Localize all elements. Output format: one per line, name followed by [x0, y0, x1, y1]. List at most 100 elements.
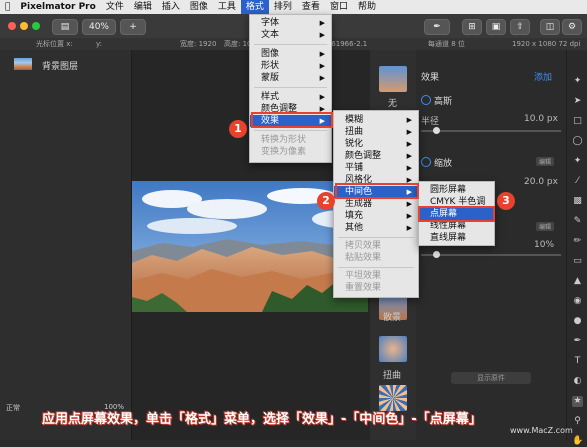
menu-window[interactable]: 窗口	[325, 0, 353, 14]
eraser-icon[interactable]: ▭	[572, 256, 583, 267]
menu-format[interactable]: 格式	[240, 0, 269, 14]
hand-tool-icon[interactable]: ✋	[572, 436, 583, 447]
menu-separator	[338, 237, 414, 238]
submenu-item-other[interactable]: 其他 ▶	[334, 222, 418, 234]
amount-value[interactable]: 20.0 px	[524, 177, 558, 187]
minimize-window-button[interactable]	[20, 22, 28, 30]
apple-icon[interactable]: 	[0, 0, 15, 14]
percent-slider-knob[interactable]	[433, 251, 440, 258]
zoom-window-button[interactable]	[32, 22, 40, 30]
menu-item-shape[interactable]: 形状 ▶	[250, 60, 331, 72]
add-button[interactable]: +	[120, 19, 146, 35]
halftone-line-screen-label: 线性屏幕	[430, 221, 467, 231]
submenu-item-reset-effects[interactable]: 重置效果	[334, 282, 418, 294]
menu-item-font[interactable]: 字体 ▶	[250, 17, 331, 29]
effects-tool-icon[interactable]: ★	[572, 396, 583, 407]
inspector-button[interactable]: ⚙	[562, 19, 582, 35]
menu-view[interactable]: 查看	[297, 0, 325, 14]
submenu-item-sharpen[interactable]: 锐化 ▶	[334, 138, 418, 150]
color-adjust-icon[interactable]: ◐	[572, 376, 583, 387]
crop-icon: ⊞	[468, 22, 476, 32]
menu-item-mask[interactable]: 蒙版 ▶	[250, 72, 331, 84]
sidebar-toggle-button[interactable]: ▤	[52, 19, 78, 35]
eyedropper-icon[interactable]: ⁄	[572, 176, 583, 187]
submenu-item-flatten-effects[interactable]: 平坦效果	[334, 270, 418, 282]
menu-item-convert-shape[interactable]: 转换为形状	[250, 134, 331, 146]
layer-thumbnail	[14, 58, 32, 70]
menu-insert[interactable]: 插入	[157, 0, 185, 14]
menu-edit[interactable]: 编辑	[129, 0, 157, 14]
pen-icon: ✒	[433, 22, 441, 32]
gaussian-toggle[interactable]	[421, 95, 431, 105]
menu-item-style[interactable]: 样式 ▶	[250, 91, 331, 103]
pen-tool-button[interactable]: ✒	[424, 19, 450, 35]
add-effect-button[interactable]: 添加	[534, 70, 552, 83]
gradient-tool-icon[interactable]: ▩	[572, 196, 583, 207]
submenu-item-generator-label: 生成器	[345, 199, 373, 209]
menu-separator	[254, 87, 327, 88]
submenu-item-blur[interactable]: 模糊 ▶	[334, 114, 418, 126]
zoom-tool-icon[interactable]: ⚲	[572, 416, 583, 427]
edit-button-2[interactable]: 编辑	[536, 222, 555, 231]
menu-image[interactable]: 图像	[185, 0, 213, 14]
brush-icon[interactable]: ✏	[572, 236, 583, 247]
share-button[interactable]: ⇧	[510, 19, 530, 35]
arrange-icon: ▣	[491, 22, 501, 32]
radius-slider[interactable]	[421, 130, 561, 132]
blend-mode[interactable]: 正常	[6, 403, 20, 413]
submenu-item-tile[interactable]: 平铺 ▶	[334, 162, 418, 174]
submenu-item-generator[interactable]: 生成器 ▶	[334, 198, 418, 210]
bucket-icon[interactable]: ▲	[572, 276, 583, 287]
percent-slider[interactable]	[421, 254, 561, 256]
submenu-item-fill[interactable]: 填充 ▶	[334, 210, 418, 222]
show-original-label: 显示原件	[477, 374, 505, 382]
arrange-tool-icon[interactable]: ✦	[572, 76, 583, 87]
chevron-right-icon: ▶	[406, 200, 412, 208]
highlight-effects	[251, 112, 333, 128]
zoom-dropdown[interactable]: 40%	[82, 19, 116, 35]
panel-toggle-button[interactable]: ◫	[540, 19, 560, 35]
radius-slider-knob[interactable]	[433, 127, 440, 134]
zoom-blur-toggle[interactable]	[421, 157, 431, 167]
submenu-item-color-adjust[interactable]: 颜色调整 ▶	[334, 150, 418, 162]
layer-row[interactable]: 背景图层	[0, 58, 131, 72]
menu-tools[interactable]: 工具	[213, 0, 241, 14]
edit-button-1[interactable]: 编辑	[536, 157, 555, 166]
image-size: 1920 x 1080 72 dpi	[512, 40, 581, 48]
radius-label: 半径	[421, 117, 440, 127]
radius-value[interactable]: 10.0 px	[524, 114, 558, 124]
menu-arrange[interactable]: 排列	[269, 0, 297, 14]
callout-step-3: 3	[497, 192, 515, 210]
submenu-item-sharpen-label: 锐化	[345, 139, 364, 149]
effect-thumb-pinwheel[interactable]	[379, 385, 407, 411]
percent-value[interactable]: 10%	[534, 240, 554, 250]
chevron-right-icon: ▶	[319, 74, 325, 82]
crop-button[interactable]: ⊞	[462, 19, 482, 35]
lasso-tool-icon[interactable]: ◯	[572, 136, 583, 147]
effect-thumb-none[interactable]	[379, 66, 407, 92]
text-tool-icon[interactable]: T	[572, 356, 583, 367]
halftone-straight-screen[interactable]: 直线屏幕	[419, 232, 494, 244]
pen-tool-icon[interactable]: ✒	[572, 336, 583, 347]
menu-file[interactable]: 文件	[101, 0, 129, 14]
app-name-menu[interactable]: Pixelmator Pro	[15, 0, 100, 14]
select-tool-icon[interactable]: □	[572, 116, 583, 127]
menu-item-text[interactable]: 文本 ▶	[250, 29, 331, 41]
sponge-icon[interactable]: ◉	[572, 296, 583, 307]
show-original-button[interactable]: 显示原件	[451, 372, 531, 384]
paint-icon[interactable]: ✎	[572, 216, 583, 227]
close-window-button[interactable]	[8, 22, 16, 30]
submenu-item-copy-effects[interactable]: 拷贝效果	[334, 240, 418, 252]
magic-wand-icon[interactable]: ✦	[572, 156, 583, 167]
shape-tool-icon[interactable]: ●	[572, 316, 583, 327]
menu-item-convert-pixels[interactable]: 变换为像素	[250, 146, 331, 158]
chevron-right-icon: ▶	[406, 128, 412, 136]
submenu-item-paste-effects[interactable]: 粘贴效果	[334, 252, 418, 264]
pointer-tool-icon[interactable]: ➤	[572, 96, 583, 107]
menu-item-image[interactable]: 图像 ▶	[250, 48, 331, 60]
menu-help[interactable]: 帮助	[353, 0, 381, 14]
arrange-button[interactable]: ▣	[486, 19, 506, 35]
submenu-item-distort[interactable]: 扭曲 ▶	[334, 126, 418, 138]
halftone-circular-screen[interactable]: 圆形屏幕	[419, 184, 494, 196]
effect-thumb-distort[interactable]	[379, 336, 407, 362]
